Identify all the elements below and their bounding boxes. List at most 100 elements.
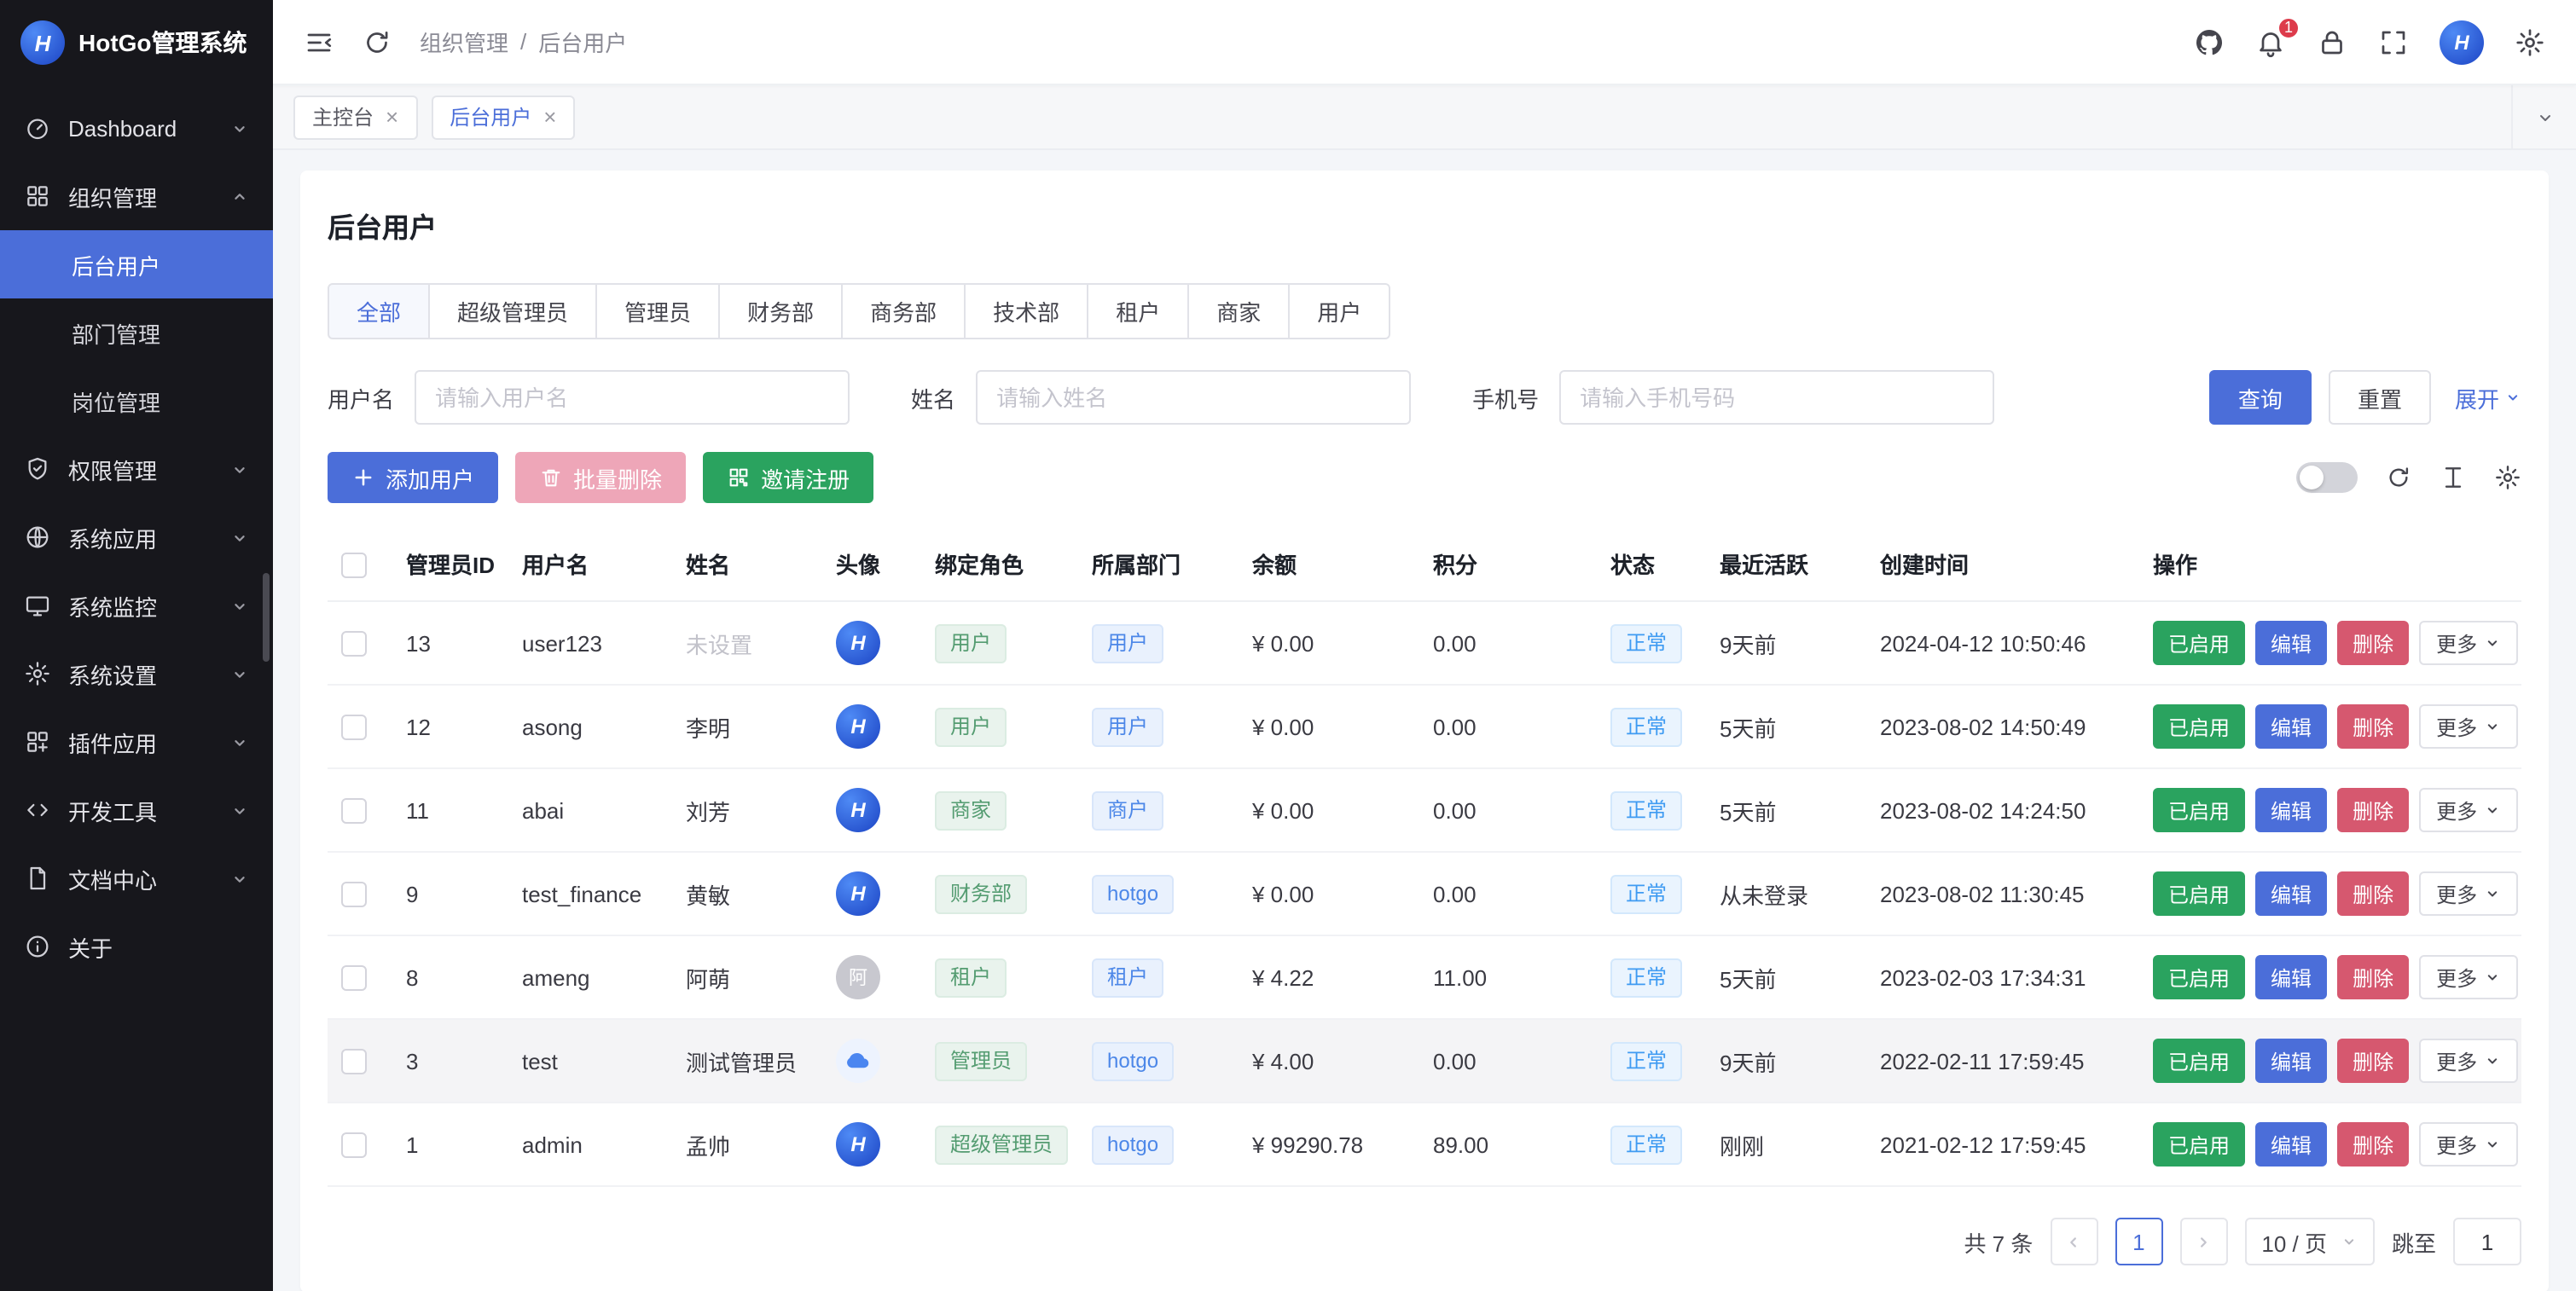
sidebar-subitem-posts[interactable]: 岗位管理 <box>0 367 273 435</box>
sidebar-item-system-monitor[interactable]: 系统监控 <box>0 571 273 640</box>
delete-button[interactable]: 删除 <box>2337 788 2409 832</box>
batch-delete-button[interactable]: 批量删除 <box>515 452 686 503</box>
enabled-button[interactable]: 已启用 <box>2153 1039 2245 1083</box>
chevron-down-icon <box>230 732 249 751</box>
bell-icon[interactable]: 1 <box>2255 26 2286 57</box>
filter-tab[interactable]: 管理员 <box>597 283 720 339</box>
edit-button[interactable]: 编辑 <box>2255 871 2327 916</box>
delete-button[interactable]: 删除 <box>2337 621 2409 665</box>
fullscreen-icon[interactable] <box>2378 26 2409 57</box>
phone-input[interactable] <box>1559 370 1994 425</box>
name-input[interactable] <box>976 370 1411 425</box>
sidebar-item-system-apps[interactable]: 系统应用 <box>0 503 273 571</box>
sidebar-item-dev-tools[interactable]: 开发工具 <box>0 776 273 844</box>
delete-button[interactable]: 删除 <box>2337 704 2409 749</box>
table-row: 8ameng阿萌阿租户租户¥ 4.2211.00正常5天前2023-02-03 … <box>328 935 2521 1019</box>
tab-close-icon[interactable]: × <box>543 106 556 128</box>
delete-button[interactable]: 删除 <box>2337 955 2409 999</box>
tabs-dropdown-button[interactable] <box>2511 85 2576 148</box>
sidebar-subitem-admin-users[interactable]: 后台用户 <box>0 230 273 298</box>
filter-tab[interactable]: 全部 <box>328 283 430 339</box>
cell-name: 测试管理员 <box>672 1019 822 1103</box>
user-avatar[interactable]: H <box>2440 20 2484 64</box>
filter-tab[interactable]: 技术部 <box>966 283 1088 339</box>
enabled-button[interactable]: 已启用 <box>2153 704 2245 749</box>
row-checkbox[interactable] <box>341 882 367 907</box>
row-checkbox[interactable] <box>341 631 367 657</box>
tab-close-icon[interactable]: × <box>386 106 398 128</box>
tab-chip[interactable]: 后台用户× <box>431 95 575 139</box>
sidebar-subitem-departments[interactable]: 部门管理 <box>0 298 273 367</box>
row-checkbox[interactable] <box>341 798 367 824</box>
page-size-select[interactable]: 10 / 页 <box>2244 1218 2375 1265</box>
cell-id: 9 <box>392 852 508 935</box>
sidebar-item-system-settings[interactable]: 系统设置 <box>0 640 273 708</box>
enabled-button[interactable]: 已启用 <box>2153 955 2245 999</box>
username-input[interactable] <box>415 370 850 425</box>
next-page-button[interactable] <box>2179 1218 2227 1265</box>
sidebar-item-plugins[interactable]: 插件应用 <box>0 708 273 776</box>
select-all-checkbox[interactable] <box>341 552 367 577</box>
row-checkbox[interactable] <box>341 1132 367 1158</box>
page-number-button[interactable]: 1 <box>2115 1218 2162 1265</box>
more-button[interactable]: 更多 <box>2419 621 2518 665</box>
filter-tab[interactable]: 租户 <box>1088 283 1189 339</box>
sidebar-scrollbar[interactable] <box>263 573 270 662</box>
delete-button[interactable]: 删除 <box>2337 1122 2409 1167</box>
more-button[interactable]: 更多 <box>2419 788 2518 832</box>
more-button[interactable]: 更多 <box>2419 1039 2518 1083</box>
edit-button[interactable]: 编辑 <box>2255 704 2327 749</box>
row-checkbox[interactable] <box>341 965 367 991</box>
more-button[interactable]: 更多 <box>2419 704 2518 749</box>
lock-icon[interactable] <box>2317 26 2347 57</box>
invite-register-button[interactable]: 邀请注册 <box>703 452 873 503</box>
role-tag: 财务部 <box>935 874 1027 913</box>
delete-button[interactable]: 删除 <box>2337 1039 2409 1083</box>
sidebar-item-organization[interactable]: 组织管理 <box>0 162 273 230</box>
enabled-button[interactable]: 已启用 <box>2153 788 2245 832</box>
table-density-icon[interactable] <box>2440 464 2467 491</box>
more-button[interactable]: 更多 <box>2419 871 2518 916</box>
sidebar-item-permissions[interactable]: 权限管理 <box>0 435 273 503</box>
delete-button[interactable]: 删除 <box>2337 871 2409 916</box>
settings-gear-icon[interactable] <box>2515 26 2545 57</box>
filter-tab[interactable]: 超级管理员 <box>430 283 597 339</box>
app-logo[interactable]: H HotGo管理系统 <box>0 0 273 85</box>
filter-tab[interactable]: 财务部 <box>720 283 843 339</box>
sidebar-item-about[interactable]: 关于 <box>0 912 273 981</box>
query-button[interactable]: 查询 <box>2209 370 2312 425</box>
row-actions: 已启用编辑删除更多 <box>2153 871 2508 916</box>
chevron-up-icon <box>230 187 249 206</box>
table-striped-toggle[interactable] <box>2296 462 2358 493</box>
edit-button[interactable]: 编辑 <box>2255 1122 2327 1167</box>
edit-button[interactable]: 编辑 <box>2255 955 2327 999</box>
enabled-button[interactable]: 已启用 <box>2153 871 2245 916</box>
reset-button[interactable]: 重置 <box>2329 370 2431 425</box>
enabled-button[interactable]: 已启用 <box>2153 1122 2245 1167</box>
more-button[interactable]: 更多 <box>2419 955 2518 999</box>
expand-link[interactable]: 展开 <box>2455 381 2521 414</box>
filter-tab[interactable]: 用户 <box>1290 283 1390 339</box>
edit-button[interactable]: 编辑 <box>2255 788 2327 832</box>
table-settings-icon[interactable] <box>2494 464 2521 491</box>
prev-page-button[interactable] <box>2050 1218 2097 1265</box>
menu-fold-icon[interactable] <box>304 26 334 57</box>
enabled-button[interactable]: 已启用 <box>2153 621 2245 665</box>
edit-button[interactable]: 编辑 <box>2255 621 2327 665</box>
row-checkbox[interactable] <box>341 715 367 740</box>
jump-page-input[interactable] <box>2453 1218 2521 1265</box>
pagination-total: 共 7 条 <box>1964 1225 2033 1258</box>
row-checkbox[interactable] <box>341 1049 367 1074</box>
add-user-button[interactable]: 添加用户 <box>328 452 498 503</box>
table-refresh-icon[interactable] <box>2385 464 2412 491</box>
tab-chip[interactable]: 主控台× <box>293 95 417 139</box>
filter-tab[interactable]: 商家 <box>1189 283 1290 339</box>
breadcrumb-item[interactable]: 组织管理 <box>420 26 508 58</box>
more-button[interactable]: 更多 <box>2419 1122 2518 1167</box>
sidebar-item-docs[interactable]: 文档中心 <box>0 844 273 912</box>
refresh-icon[interactable] <box>362 26 392 57</box>
filter-tab[interactable]: 商务部 <box>843 283 966 339</box>
sidebar-item-dashboard[interactable]: Dashboard <box>0 94 273 162</box>
edit-button[interactable]: 编辑 <box>2255 1039 2327 1083</box>
github-icon[interactable] <box>2194 26 2225 57</box>
